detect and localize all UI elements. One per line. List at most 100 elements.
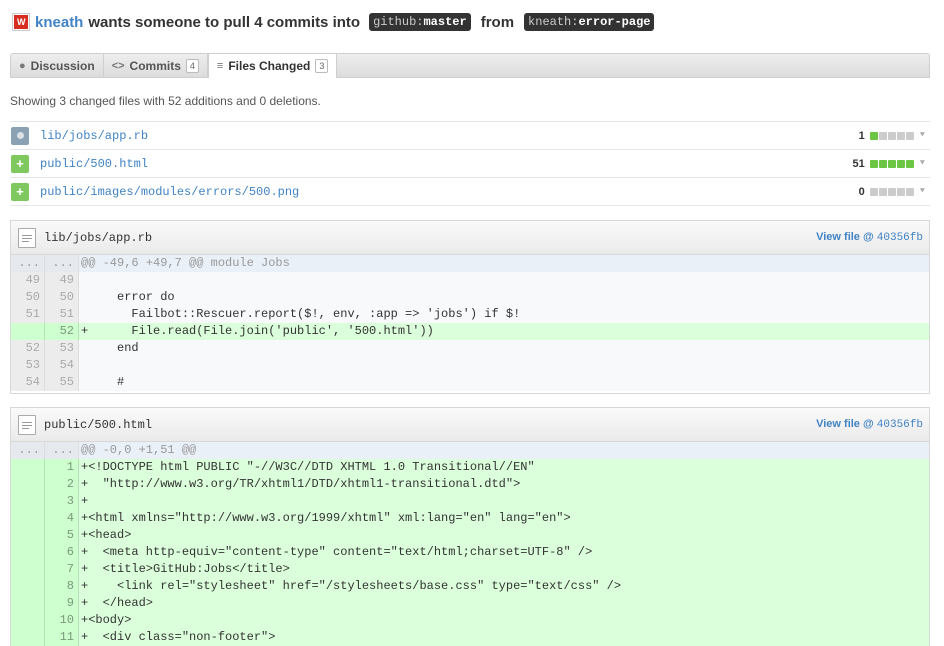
old-line-number[interactable]: ... xyxy=(11,442,45,459)
context-line: 54 55 # xyxy=(11,374,929,391)
view-file-link[interactable]: View file @ 40356fb xyxy=(816,418,923,431)
changed-file-link[interactable]: public/500.html xyxy=(40,157,148,171)
context-line: 53 54 xyxy=(11,357,929,374)
old-line-number[interactable] xyxy=(11,612,45,629)
old-line-number[interactable]: 50 xyxy=(11,289,45,306)
diffstat-count: 1 xyxy=(858,129,865,142)
added-line: 11 + <div class="non-footer"> xyxy=(11,629,929,646)
new-line-number[interactable]: 4 xyxy=(45,510,79,527)
old-line-number[interactable] xyxy=(11,578,45,595)
new-line-number[interactable]: 49 xyxy=(45,272,79,289)
code-line: +<html xmlns="http://www.w3.org/1999/xht… xyxy=(79,510,929,527)
jump-arrow-icon[interactable]: ⯆ xyxy=(919,186,926,197)
code-line: +<!DOCTYPE html PUBLIC "-//W3C//DTD XHTM… xyxy=(79,459,929,476)
hunk-header-line: ...... @@ -49,6 +49,7 @@ module Jobs xyxy=(11,255,929,272)
code-line: # xyxy=(79,374,929,391)
added-line: 52 + File.read(File.join('public', '500.h… xyxy=(11,323,929,340)
old-line-number[interactable] xyxy=(11,629,45,646)
diff-file-header: public/500.html View file @ 40356fb xyxy=(11,408,929,442)
code-line: + File.read(File.join('public', '500.htm… xyxy=(79,323,929,340)
diffstat-block xyxy=(896,131,905,140)
file-diff-icon: ≡ xyxy=(216,60,224,72)
changed-file-row: + public/500.html 51 ⯆ xyxy=(10,150,930,178)
diffstat: 51 ⯆ xyxy=(853,158,926,170)
new-line-number[interactable]: 10 xyxy=(45,612,79,629)
changed-file-link[interactable]: public/images/modules/errors/500.png xyxy=(40,185,299,199)
tab-commits[interactable]: <> Commits 4 xyxy=(104,54,208,77)
added-line: 9 + </head> xyxy=(11,595,929,612)
diffstat-block xyxy=(905,187,914,196)
diff-lines: ...... @@ -49,6 +49,7 @@ module Jobs 49 49 … xyxy=(11,255,929,391)
new-line-number[interactable]: ... xyxy=(45,255,79,272)
old-line-number[interactable] xyxy=(11,561,45,578)
code-line: + xyxy=(79,493,929,510)
diffstat-count: 51 xyxy=(852,157,865,170)
old-line-number[interactable] xyxy=(11,459,45,476)
diffstat-block xyxy=(887,187,896,196)
code-line: + <title>GitHub:Jobs</title> xyxy=(79,561,929,578)
code-line xyxy=(79,272,929,289)
old-line-number[interactable] xyxy=(11,476,45,493)
new-line-number[interactable]: 6 xyxy=(45,544,79,561)
tab-files-changed[interactable]: ≡ Files Changed 3 xyxy=(207,53,338,78)
old-line-number[interactable] xyxy=(11,527,45,544)
old-line-number[interactable] xyxy=(11,493,45,510)
added-line: 2 + "http://www.w3.org/TR/xhtml1/DTD/xhtm… xyxy=(11,476,929,493)
new-line-number[interactable]: 53 xyxy=(45,340,79,357)
new-line-number[interactable]: 51 xyxy=(45,306,79,323)
diff-file-app-rb: lib/jobs/app.rb View file @ 40356fb ....… xyxy=(10,220,930,394)
diffstat-block xyxy=(878,131,887,140)
diffstat-block xyxy=(896,187,905,196)
old-line-number[interactable]: 52 xyxy=(11,340,45,357)
old-line-number[interactable] xyxy=(11,595,45,612)
changed-file-link[interactable]: lib/jobs/app.rb xyxy=(40,129,148,143)
old-line-number[interactable]: ... xyxy=(11,255,45,272)
new-line-number[interactable]: ... xyxy=(45,442,79,459)
view-file-link[interactable]: View file @ 40356fb xyxy=(816,231,923,244)
new-line-number[interactable]: 55 xyxy=(45,374,79,391)
old-line-number[interactable] xyxy=(11,510,45,527)
pull-request-header: W kneath wants someone to pull 4 commits… xyxy=(12,11,664,33)
new-line-number[interactable]: 5 xyxy=(45,527,79,544)
hunk-header-line: ...... @@ -0,0 +1,51 @@ xyxy=(11,442,929,459)
file-icon xyxy=(18,414,36,435)
new-line-number[interactable]: 9 xyxy=(45,595,79,612)
new-line-number[interactable]: 2 xyxy=(45,476,79,493)
added-line: 5 +<head> xyxy=(11,527,929,544)
diffstat-block xyxy=(878,159,887,168)
new-line-number[interactable]: 3 xyxy=(45,493,79,510)
old-line-number[interactable]: 53 xyxy=(11,357,45,374)
diffstat-block xyxy=(905,131,914,140)
user-link[interactable]: kneath xyxy=(35,14,83,31)
diffstat-count: 0 xyxy=(858,185,865,198)
new-line-number[interactable]: 11 xyxy=(45,629,79,646)
tab-discussion[interactable]: ●​ Discussion xyxy=(11,54,104,77)
new-line-number[interactable]: 8 xyxy=(45,578,79,595)
diff-lines: ...... @@ -0,0 +1,51 @@ 1 +<!DOCTYPE html P… xyxy=(11,442,929,646)
diffstat: 1 ⯆ xyxy=(859,130,926,142)
diff-file-name: public/500.html xyxy=(44,417,153,432)
old-line-number[interactable] xyxy=(11,323,45,340)
diff-file-name: lib/jobs/app.rb xyxy=(44,230,153,245)
diffstat-block xyxy=(869,159,878,168)
jump-arrow-icon[interactable]: ⯆ xyxy=(919,130,926,141)
new-line-number[interactable]: 54 xyxy=(45,357,79,374)
jump-arrow-icon[interactable]: ⯆ xyxy=(919,158,926,169)
avatar[interactable]: W xyxy=(12,13,30,31)
code-line: +<body> xyxy=(79,612,929,629)
commits-count-badge: 4 xyxy=(185,58,199,73)
diffstat-block xyxy=(869,131,878,140)
diffstat-block xyxy=(869,187,878,196)
old-line-number[interactable]: 51 xyxy=(11,306,45,323)
new-line-number[interactable]: 52 xyxy=(45,323,79,340)
new-line-number[interactable]: 50 xyxy=(45,289,79,306)
old-line-number[interactable]: 49 xyxy=(11,272,45,289)
file-icon xyxy=(18,227,36,248)
new-line-number[interactable]: 7 xyxy=(45,561,79,578)
new-line-number[interactable]: 1 xyxy=(45,459,79,476)
old-line-number[interactable]: 54 xyxy=(11,374,45,391)
added-status-icon: + xyxy=(11,154,29,173)
base-branch-label: github:master xyxy=(369,13,471,31)
added-line: 6 + <meta http-equiv="content-type" conte… xyxy=(11,544,929,561)
old-line-number[interactable] xyxy=(11,544,45,561)
